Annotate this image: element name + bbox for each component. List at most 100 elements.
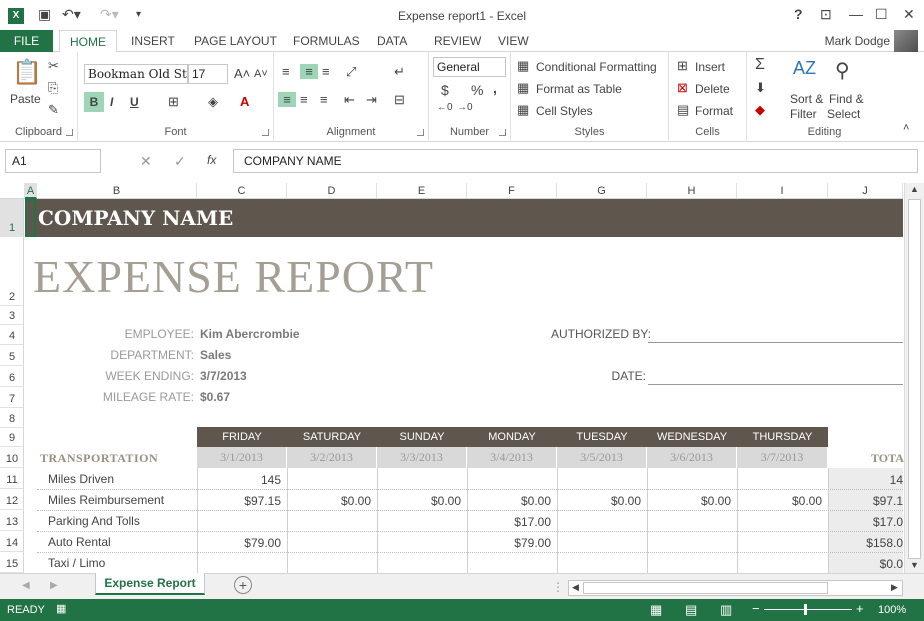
tab-insert[interactable]: INSERT bbox=[131, 30, 175, 52]
row-header-5[interactable]: 5 bbox=[0, 345, 24, 366]
comma-button[interactable]: , bbox=[493, 80, 497, 96]
date-header[interactable]: 3/2/2013 bbox=[287, 447, 377, 468]
ribbon-display-options-button[interactable]: ⊡ bbox=[820, 6, 832, 23]
expense-item-label[interactable]: Auto Rental bbox=[48, 535, 111, 549]
scroll-up-icon[interactable]: ▲ bbox=[910, 184, 919, 194]
expense-cell[interactable]: $0.00 bbox=[377, 494, 461, 508]
authorized-by-line[interactable] bbox=[648, 342, 903, 343]
minimize-button[interactable]: — bbox=[849, 6, 863, 22]
help-button[interactable]: ? bbox=[794, 6, 803, 22]
format-table-icon[interactable]: ▦ bbox=[517, 80, 529, 96]
center-icon[interactable]: ≡ bbox=[300, 92, 308, 107]
next-sheet-icon[interactable]: ▶ bbox=[50, 580, 58, 591]
date-header[interactable]: 3/4/2013 bbox=[467, 447, 557, 468]
row-header-4[interactable]: 4 bbox=[0, 325, 24, 345]
date-header[interactable]: 3/6/2013 bbox=[647, 447, 737, 468]
alignment-launcher-icon[interactable] bbox=[417, 129, 424, 136]
department-value[interactable]: Sales bbox=[200, 348, 231, 362]
underline-button[interactable]: U bbox=[130, 95, 139, 109]
cut-icon[interactable]: ✂ bbox=[48, 58, 59, 74]
expense-total-cell[interactable]: 14 bbox=[828, 473, 903, 487]
row-header-15[interactable]: 15 bbox=[0, 552, 24, 573]
fill-icon[interactable]: ⬇ bbox=[755, 80, 766, 96]
tab-formulas[interactable]: FORMULAS bbox=[293, 30, 360, 52]
percent-button[interactable]: % bbox=[471, 82, 483, 98]
fill-color-icon[interactable]: ◈ bbox=[208, 94, 218, 110]
top-align-icon[interactable]: ≡ bbox=[282, 64, 290, 79]
company-name[interactable]: COMPANY NAME bbox=[38, 206, 233, 230]
paste-button[interactable]: Paste bbox=[10, 92, 41, 106]
insert-cells-icon[interactable]: ⊞ bbox=[677, 58, 688, 74]
maximize-button[interactable]: ☐ bbox=[875, 6, 888, 23]
day-header-thursday[interactable]: THURSDAY bbox=[737, 427, 828, 447]
delete-cells-button[interactable]: Delete bbox=[695, 82, 730, 96]
horizontal-scroll-thumb[interactable] bbox=[583, 582, 828, 594]
delete-cells-icon[interactable]: ⊠ bbox=[677, 80, 688, 96]
day-header-sunday[interactable]: SUNDAY bbox=[377, 427, 467, 447]
expense-total-cell[interactable]: $97.1 bbox=[828, 494, 903, 508]
column-header-f[interactable]: F bbox=[467, 183, 557, 199]
row-header-9[interactable]: 9 bbox=[0, 428, 24, 447]
formula-input[interactable]: COMPANY NAME bbox=[233, 149, 918, 173]
sort-filter-icon[interactable]: AZ bbox=[793, 58, 816, 79]
number-format-select[interactable]: General bbox=[433, 57, 506, 77]
number-launcher-icon[interactable] bbox=[499, 129, 506, 136]
row-header-12[interactable]: 12 bbox=[0, 489, 24, 510]
font-size-select[interactable]: 17 bbox=[188, 64, 228, 84]
column-header-h[interactable]: H bbox=[647, 183, 737, 199]
day-header-tuesday[interactable]: TUESDAY bbox=[557, 427, 647, 447]
avatar[interactable] bbox=[894, 30, 918, 54]
row-header-11[interactable]: 11 bbox=[0, 468, 24, 489]
scroll-down-icon[interactable]: ▼ bbox=[910, 560, 919, 570]
increase-font-icon[interactable]: A˄ bbox=[234, 66, 250, 81]
day-header-wednesday[interactable]: WEDNESDAY bbox=[647, 427, 737, 447]
expense-cell[interactable]: $0.00 bbox=[737, 494, 822, 508]
select-all-corner[interactable] bbox=[0, 183, 25, 199]
expense-cell[interactable]: $0.00 bbox=[647, 494, 731, 508]
find-select-icon[interactable]: ⚲ bbox=[835, 58, 850, 83]
tab-review[interactable]: REVIEW bbox=[434, 30, 481, 52]
column-header-a[interactable]: A bbox=[25, 183, 37, 199]
tab-data[interactable]: DATA bbox=[377, 30, 407, 52]
tab-splitter-icon[interactable]: ⋮ bbox=[552, 580, 564, 594]
zoom-slider-thumb[interactable] bbox=[804, 604, 807, 615]
row-header-10[interactable]: 10 bbox=[0, 447, 24, 468]
orientation-icon[interactable]: ⤢ bbox=[346, 64, 356, 80]
row-header-2[interactable]: 2 bbox=[0, 237, 24, 306]
decrease-decimal-icon[interactable]: →0 bbox=[457, 102, 473, 113]
expense-item-label[interactable]: Parking And Tolls bbox=[48, 514, 140, 528]
format-cells-button[interactable]: Format bbox=[695, 104, 733, 118]
decrease-font-icon[interactable]: A˅ bbox=[254, 68, 268, 80]
borders-icon[interactable]: ⊞ bbox=[168, 94, 179, 110]
font-color-icon[interactable]: A bbox=[240, 94, 249, 109]
column-header-i[interactable]: I bbox=[737, 183, 828, 199]
page-break-view-icon[interactable]: ▥ bbox=[720, 602, 732, 618]
normal-view-icon[interactable]: ▦ bbox=[650, 602, 662, 618]
name-box[interactable]: A1 bbox=[5, 149, 101, 173]
italic-button[interactable]: I bbox=[110, 95, 113, 109]
mileage-rate-value[interactable]: $0.67 bbox=[200, 390, 230, 404]
week-ending-value[interactable]: 3/7/2013 bbox=[200, 369, 247, 383]
column-header-c[interactable]: C bbox=[197, 183, 287, 199]
expense-item-label[interactable]: Miles Reimbursement bbox=[48, 493, 164, 507]
row-header-6[interactable]: 6 bbox=[0, 366, 24, 387]
date-header[interactable]: 3/5/2013 bbox=[557, 447, 647, 468]
row-header-14[interactable]: 14 bbox=[0, 531, 24, 552]
expense-total-cell[interactable]: $158.0 bbox=[828, 536, 903, 550]
date-header[interactable]: 3/1/2013 bbox=[197, 447, 287, 468]
font-name-select[interactable]: Bookman Old Sty bbox=[84, 64, 188, 84]
increase-decimal-icon[interactable]: ←0 bbox=[437, 102, 453, 113]
zoom-level[interactable]: 100% bbox=[878, 604, 906, 616]
expense-cell[interactable]: $79.00 bbox=[197, 536, 281, 550]
find-select-button[interactable]: Find & bbox=[829, 92, 864, 106]
collapse-ribbon-icon[interactable]: ˄ bbox=[903, 122, 909, 134]
merge-center-icon[interactable]: ⊟ bbox=[394, 92, 405, 108]
align-left-icon[interactable]: ≡ bbox=[278, 92, 296, 107]
sheet-tab-expense-report[interactable]: Expense Report bbox=[95, 573, 205, 595]
prev-sheet-icon[interactable]: ◀ bbox=[22, 580, 30, 591]
close-button[interactable]: ✕ bbox=[903, 6, 915, 23]
column-header-d[interactable]: D bbox=[287, 183, 377, 199]
macro-record-icon[interactable]: ▦ bbox=[56, 602, 66, 615]
clear-icon[interactable]: ◆ bbox=[755, 102, 765, 118]
cell-styles-icon[interactable]: ▦ bbox=[517, 102, 529, 118]
